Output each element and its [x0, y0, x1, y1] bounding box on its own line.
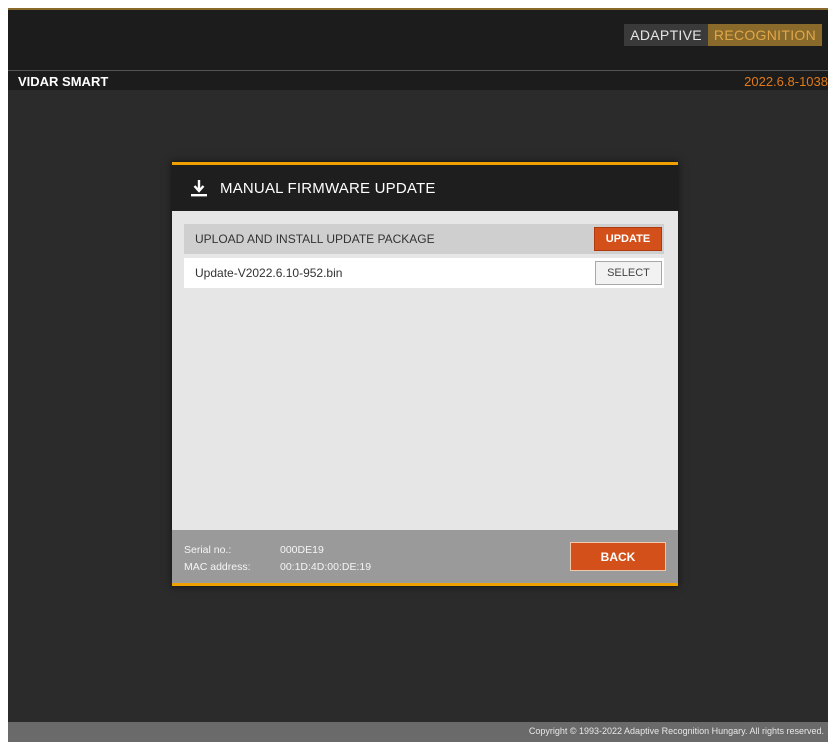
serial-value: 000DE19 — [280, 543, 324, 556]
dialog-header: MANUAL FIRMWARE UPDATE — [172, 165, 678, 211]
copyright-text: Copyright © 1993-2022 Adaptive Recogniti… — [528, 726, 824, 736]
update-button[interactable]: UPDATE — [594, 227, 662, 251]
dialog-footer: Serial no.: 000DE19 MAC address: 00:1D:4… — [172, 530, 678, 583]
serial-label: Serial no.: — [184, 543, 232, 556]
firmware-update-dialog: MANUAL FIRMWARE UPDATE UPLOAD AND INSTAL… — [172, 162, 678, 586]
device-info: Serial no.: 000DE19 MAC address: 00:1D:4… — [184, 541, 371, 575]
serial-row: Serial no.: 000DE19 — [184, 541, 371, 558]
app-title: VIDAR SMART — [18, 74, 109, 89]
file-select-row: Update-V2022.6.10-952.bin SELECT — [184, 258, 664, 288]
back-button[interactable]: BACK — [570, 542, 666, 571]
footer-bar: Copyright © 1993-2022 Adaptive Recogniti… — [8, 722, 828, 742]
select-file-button[interactable]: SELECT — [595, 261, 662, 285]
mac-row: MAC address: 00:1D:4D:00:DE:19 — [184, 558, 371, 575]
header-divider — [8, 70, 828, 71]
mac-value: 00:1D:4D:00:DE:19 — [280, 560, 372, 573]
download-icon — [191, 180, 207, 197]
upload-section-header: UPLOAD AND INSTALL UPDATE PACKAGE UPDATE — [184, 224, 664, 254]
brand-logo-right: RECOGNITION — [707, 24, 822, 46]
selected-file-name: Update-V2022.6.10-952.bin — [195, 266, 343, 280]
brand-logo: ADAPTIVE RECOGNITION — [624, 24, 822, 46]
version-label: 2022.6.8-1038 — [744, 74, 828, 89]
brand-logo-left: ADAPTIVE — [624, 24, 708, 46]
dialog-title: MANUAL FIRMWARE UPDATE — [220, 179, 436, 197]
app-frame: ADAPTIVE RECOGNITION VIDAR SMART 2022.6.… — [8, 8, 828, 742]
top-header: ADAPTIVE RECOGNITION VIDAR SMART 2022.6.… — [8, 8, 828, 90]
mac-label: MAC address: — [184, 560, 251, 573]
upload-section-label: UPLOAD AND INSTALL UPDATE PACKAGE — [195, 232, 435, 246]
